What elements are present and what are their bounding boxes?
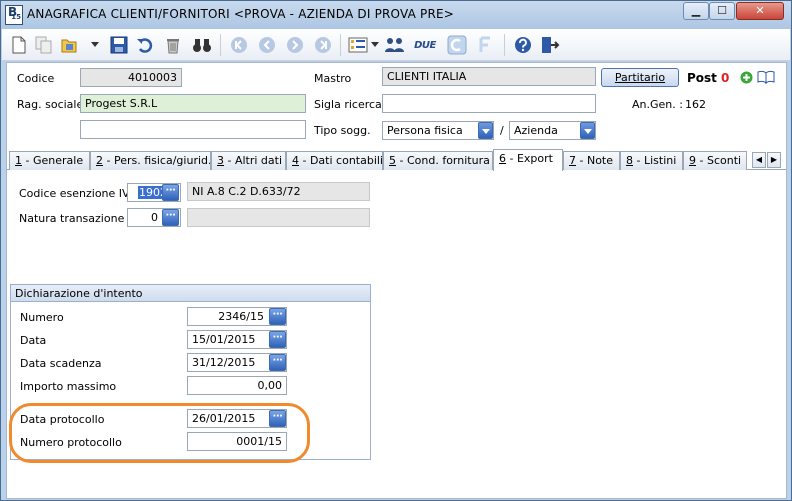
tab-sconti[interactable]: 9 - Sconti — [683, 151, 747, 170]
numero-label: Numero — [20, 311, 64, 324]
tab-listini[interactable]: 8 - Listini — [620, 151, 683, 170]
partitario-button[interactable]: Partitario — [601, 68, 679, 87]
angen-value: 162 — [685, 98, 706, 111]
dropdown-icon[interactable] — [90, 34, 100, 56]
numero-lookup-button[interactable]: ··· — [269, 308, 286, 325]
rag-sociale-label: Rag. sociale — [17, 98, 84, 111]
importo-massimo-field[interactable]: 0,00 — [187, 376, 287, 395]
window: B 15 ANAGRAFICA CLIENTI/FORNITORI <PROVA … — [0, 0, 792, 501]
data-scadenza-calendar-button[interactable]: ··· — [269, 354, 286, 371]
list-icon[interactable] — [347, 34, 369, 56]
rag-sociale-field[interactable]: Progest S.R.L — [80, 94, 306, 113]
codice-label: Codice — [17, 72, 55, 85]
rag-sociale-2-field[interactable] — [80, 120, 306, 139]
codice-iva-label: Codice esenzione IVA — [19, 187, 137, 200]
mastro-field[interactable]: CLIENTI ITALIA — [382, 67, 596, 86]
app-icon: B 15 — [5, 5, 23, 25]
delete-icon[interactable] — [162, 34, 184, 56]
sigla-field[interactable] — [382, 94, 596, 113]
search-binoculars-icon[interactable] — [191, 34, 213, 56]
last-record-icon[interactable] — [312, 34, 334, 56]
data-calendar-button[interactable]: ··· — [269, 331, 286, 348]
codice-iva-lookup-button[interactable]: ··· — [162, 184, 179, 201]
next-record-icon[interactable] — [284, 34, 306, 56]
tipo-separator: / — [500, 124, 504, 137]
tipo-sogg-2-dropdown-icon[interactable] — [580, 122, 595, 139]
tab-dati-contabili[interactable]: 4 - Dati contabili — [286, 151, 383, 170]
natura-description — [187, 208, 370, 227]
sigla-label: Sigla ricerca — [314, 98, 382, 111]
tab-altri-dati[interactable]: 3 - Altri dati — [211, 151, 286, 170]
exit-icon[interactable] — [539, 34, 561, 56]
open-folder-icon[interactable] — [58, 34, 80, 56]
tab-scroll-left-icon[interactable]: ◀ — [752, 152, 766, 168]
window-title: ANAGRAFICA CLIENTI/FORNITORI <PROVA - AZ… — [27, 7, 455, 21]
natura-transazione-label: Natura transazione — [19, 212, 125, 225]
natura-lookup-button[interactable]: ··· — [162, 209, 179, 226]
importo-massimo-label: Importo massimo — [20, 380, 117, 393]
highlight-annotation — [9, 403, 310, 463]
first-record-icon[interactable] — [228, 34, 250, 56]
maximize-button[interactable]: ☐ — [709, 2, 735, 20]
angen-label: An.Gen. : — [632, 98, 683, 111]
tipo-sogg-dropdown-icon[interactable] — [478, 122, 493, 139]
due-icon[interactable]: DUE — [412, 34, 438, 56]
copy-icon[interactable] — [33, 34, 55, 56]
tab-cond-fornitura[interactable]: 5 - Cond. fornitura — [383, 151, 493, 170]
data-scadenza-label: Data scadenza — [20, 357, 102, 370]
tab-generale[interactable]: 1 - Generale — [9, 151, 90, 170]
dichiarazione-intento-title: Dichiarazione d'intento — [15, 287, 143, 300]
tab-note[interactable]: 7 - Note — [563, 151, 620, 170]
save-icon[interactable] — [108, 34, 130, 56]
minimize-button[interactable]: ▁ — [683, 2, 709, 20]
codice-field[interactable]: 4010003 — [80, 68, 182, 87]
tipo-sogg-label: Tipo sogg. — [314, 124, 371, 137]
list-dropdown-icon[interactable] — [370, 34, 380, 56]
tab-pers-fisica[interactable]: 2 - Pers. fisica/giurid. — [90, 151, 211, 170]
tab-export[interactable]: 6 - Export — [493, 149, 563, 171]
toolbar: DUE — [2, 29, 790, 61]
help-icon[interactable] — [512, 34, 534, 56]
users-icon[interactable] — [384, 34, 406, 56]
tab-bar: 1 - Generale 2 - Pers. fisica/giurid. 3 … — [7, 149, 786, 171]
codice-iva-description: NI A.8 C.2 D.633/72 — [187, 182, 370, 201]
post-label: Post — [687, 71, 717, 85]
previous-record-icon[interactable] — [256, 34, 278, 56]
dichiarazione-intento-header: Dichiarazione d'intento — [11, 285, 370, 302]
title-bar: B 15 ANAGRAFICA CLIENTI/FORNITORI <PROVA … — [1, 1, 791, 29]
mastro-label: Mastro — [314, 72, 352, 85]
undo-icon[interactable] — [134, 34, 156, 56]
extra-icon[interactable] — [446, 34, 468, 56]
new-document-icon[interactable] — [8, 34, 30, 56]
book-icon[interactable] — [757, 70, 775, 85]
tab-scroll-right-icon[interactable]: ▶ — [767, 152, 781, 168]
function-icon[interactable] — [474, 34, 496, 56]
post-value: 0 — [721, 71, 730, 85]
data-label: Data — [20, 334, 47, 347]
add-icon[interactable] — [740, 71, 753, 84]
close-button[interactable]: ✕ — [736, 2, 784, 20]
